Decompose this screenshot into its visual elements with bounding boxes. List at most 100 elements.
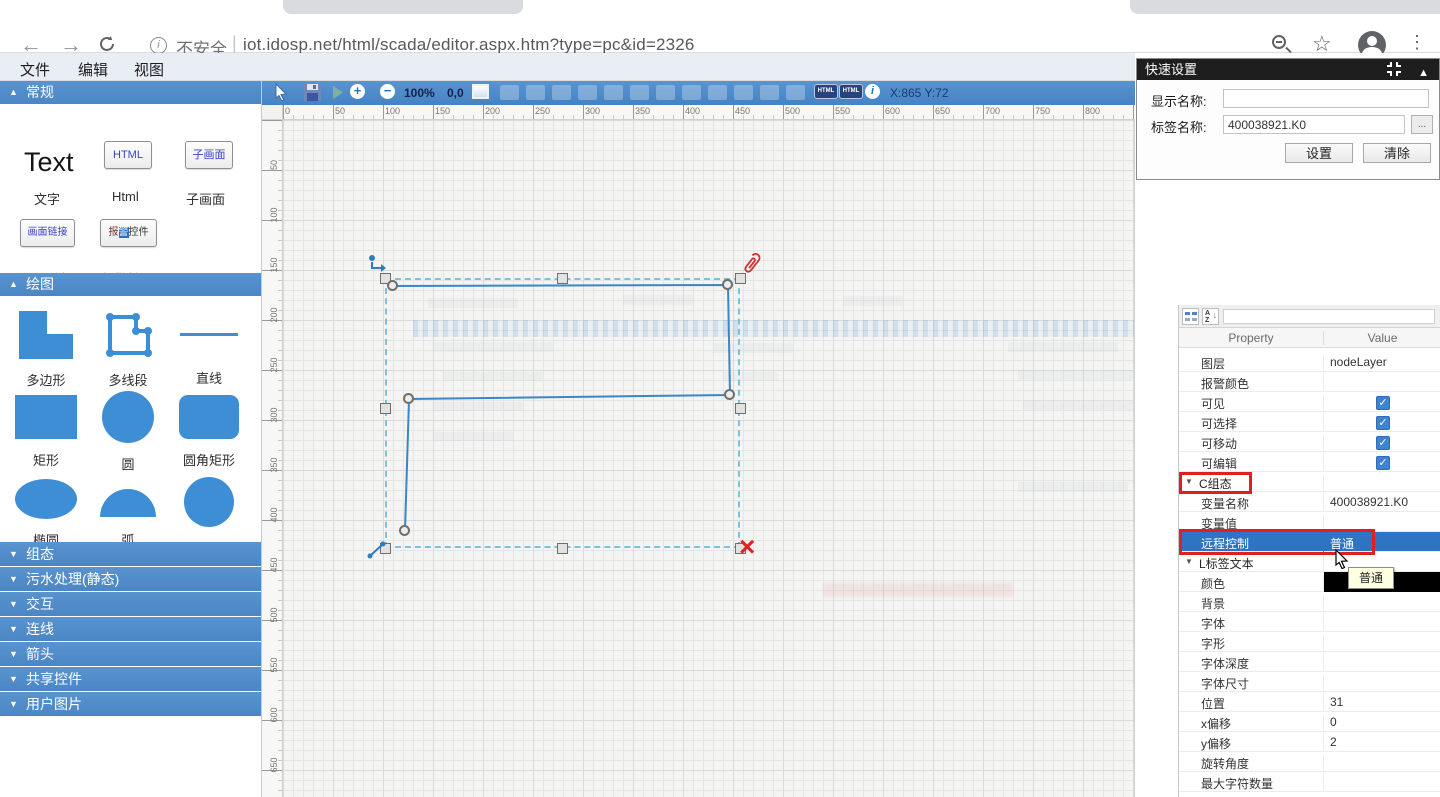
display-name-input[interactable] [1223,89,1429,108]
property-row-3[interactable]: 可选择✓ [1179,412,1440,432]
resize-handle-s[interactable] [557,543,568,554]
resize-handle-n[interactable] [557,273,568,284]
property-row-21[interactable]: 最大字符数量 [1179,772,1440,792]
property-value[interactable] [1323,615,1440,632]
property-value[interactable]: ✓ [1323,395,1440,412]
collapse-down-icon[interactable]: ▼ [1185,477,1193,486]
sort-alphabetical-icon[interactable]: AZ↓ [1202,308,1219,325]
html-export-icon[interactable]: HTML [814,84,838,99]
tool-arc[interactable]: 弧 [88,475,168,549]
categorize-icon[interactable] [1182,308,1199,325]
section-header-collapsed-5[interactable]: ▼共享控件 [0,667,261,691]
section-header-collapsed-3[interactable]: ▼连线 [0,617,261,641]
property-row-6[interactable]: ▼C组态 [1179,472,1440,492]
property-row-18[interactable]: x偏移0 [1179,712,1440,732]
property-value[interactable]: 400038921.K0 [1323,495,1440,512]
property-row-16[interactable]: 字体尺寸 [1179,672,1440,692]
property-row-1[interactable]: 报警颜色 [1179,372,1440,392]
property-value[interactable]: 2 [1323,735,1440,752]
property-row-7[interactable]: 变量名称400038921.K0 [1179,492,1440,512]
section-header-collapsed-0[interactable]: ▼组态 [0,542,261,566]
tool-circle[interactable]: 圆 [88,391,168,473]
property-value[interactable]: 31 [1323,695,1440,712]
property-row-15[interactable]: 字体深度 [1179,652,1440,672]
canvas-settings-icon[interactable] [472,84,489,99]
tool-alarm-control[interactable]: 报警控件 [100,219,157,247]
property-row-9[interactable]: 远程控制普通 [1179,532,1440,552]
property-row-2[interactable]: 可见✓ [1179,392,1440,412]
property-row-5[interactable]: 可编辑✓ [1179,452,1440,472]
collapse-panel-icon[interactable]: ▲ [1418,63,1429,84]
browser-tab[interactable] [1130,0,1440,14]
quick-settings-title[interactable]: 快速设置 ▲ [1137,59,1439,80]
tool-html[interactable]: HTML [104,141,152,169]
menu-edit[interactable]: 编辑 [78,59,108,80]
zoom-in-icon[interactable]: + [350,84,365,99]
property-value[interactable] [1323,475,1440,492]
property-row-19[interactable]: y偏移2 [1179,732,1440,752]
property-value[interactable]: ✓ [1323,415,1440,432]
property-row-10[interactable]: ▼L标签文本 [1179,552,1440,572]
collapse-down-icon[interactable]: ▼ [1185,557,1193,566]
vertex-handle[interactable] [403,393,414,404]
vertex-handle[interactable] [399,525,410,536]
section-header-collapsed-2[interactable]: ▼交互 [0,592,261,616]
property-value[interactable]: ✓ [1323,455,1440,472]
property-filter-field[interactable] [1223,309,1435,324]
vertex-handle[interactable] [724,389,735,400]
property-value[interactable] [1323,595,1440,612]
section-header-collapsed-4[interactable]: ▼箭头 [0,642,261,666]
property-row-17[interactable]: 位置31 [1179,692,1440,712]
tool-line[interactable]: 直线 [169,311,249,387]
property-row-13[interactable]: 字体 [1179,612,1440,632]
tag-name-input[interactable] [1223,115,1405,134]
design-canvas[interactable]: × [283,120,1135,797]
property-value[interactable]: nodeLayer [1323,355,1440,372]
section-header-drawing[interactable]: ▲ 绘图 [0,273,261,296]
set-button[interactable]: 设置 [1285,143,1353,163]
property-value[interactable]: ✓ [1323,435,1440,452]
property-row-0[interactable]: 图层nodeLayer [1179,352,1440,372]
clear-button[interactable]: 清除 [1363,143,1431,163]
attach-paperclip-icon[interactable] [738,252,762,278]
vertex-handle[interactable] [722,279,733,290]
menu-view[interactable]: 视图 [134,59,164,80]
url-text[interactable]: iot.idosp.net/html/scada/editor.aspx.htm… [243,35,695,55]
zoom-out-icon[interactable]: − [380,84,395,99]
delete-selection-icon[interactable]: × [739,534,755,560]
tool-polyline[interactable]: 多线段 [88,311,168,389]
property-row-12[interactable]: 背景 [1179,592,1440,612]
checkbox-checked[interactable]: ✓ [1376,456,1390,470]
property-value[interactable] [1323,635,1440,652]
tool-subscreen[interactable]: 子画面 [185,141,233,169]
browser-menu-icon[interactable]: ⋮ [1408,32,1426,53]
menu-file[interactable]: 文件 [20,59,50,80]
html-export-icon-2[interactable]: HTML [839,84,863,99]
tool-screen-link[interactable]: 画面链接 [20,219,75,247]
save-icon[interactable] [304,84,321,101]
property-value[interactable] [1323,375,1440,392]
vertex-handle[interactable] [387,280,398,291]
section-header-collapsed-6[interactable]: ▼用户图片 [0,692,261,716]
selected-polyline-shape[interactable] [283,120,1135,797]
resize-handle-w[interactable] [380,403,391,414]
resize-handle-e[interactable] [735,403,746,414]
checkbox-checked[interactable]: ✓ [1376,436,1390,450]
property-row-8[interactable]: 变量值 [1179,512,1440,532]
zoom-page-icon[interactable] [1272,35,1286,49]
pointer-tool-icon[interactable] [274,83,288,101]
checkbox-checked[interactable]: ✓ [1376,416,1390,430]
property-row-14[interactable]: 字形 [1179,632,1440,652]
page-info-icon[interactable]: i [150,37,167,54]
tool-ellipse[interactable]: 椭圆 [6,475,86,549]
checkbox-checked[interactable]: ✓ [1376,396,1390,410]
section-header-general[interactable]: ▲ 常规 [0,81,261,104]
property-value[interactable] [1323,775,1440,792]
browser-tab[interactable] [283,0,523,14]
reload-icon[interactable] [98,35,116,53]
tool-rounded-rect[interactable]: 圆角矩形 [169,395,249,469]
property-row-4[interactable]: 可移动✓ [1179,432,1440,452]
property-value[interactable] [1323,755,1440,772]
browse-tags-button[interactable]: ... [1411,115,1433,134]
tool-rectangle[interactable]: 矩形 [6,395,86,469]
